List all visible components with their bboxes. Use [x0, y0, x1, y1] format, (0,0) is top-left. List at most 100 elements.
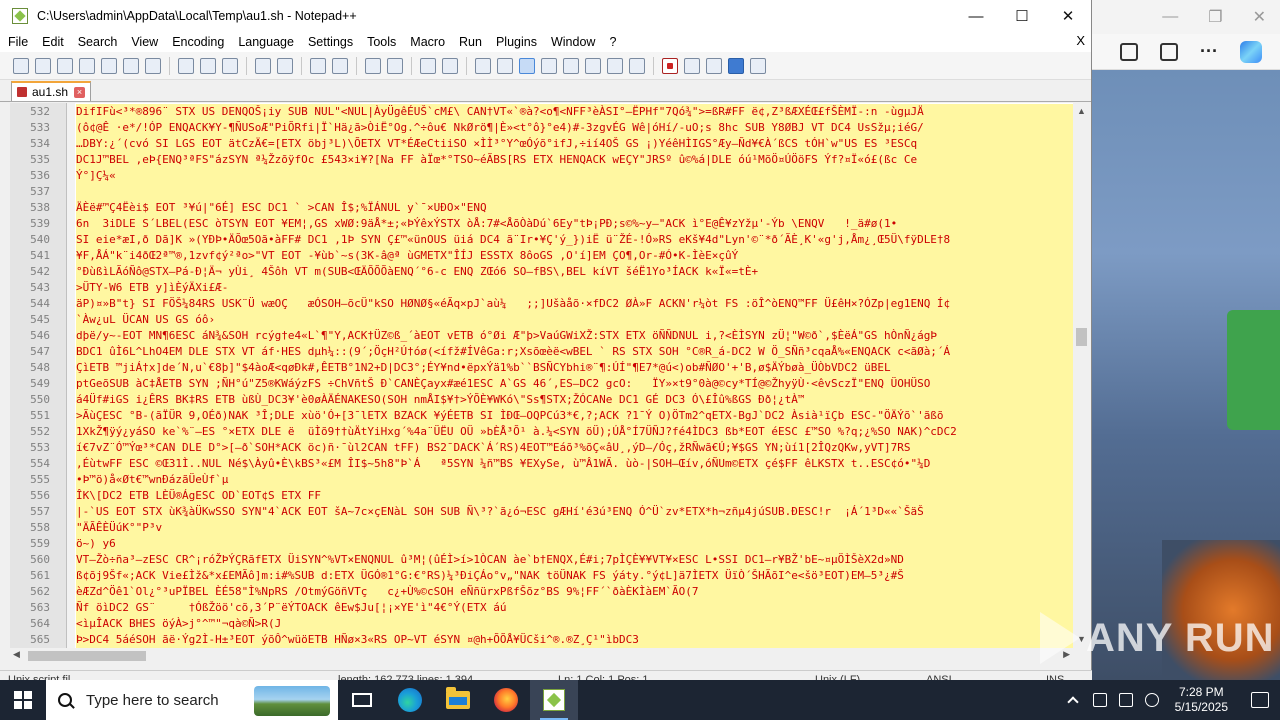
menu-encoding[interactable]: Encoding [164, 35, 230, 49]
menu-language[interactable]: Language [230, 35, 300, 49]
menu-help[interactable]: ? [601, 35, 622, 49]
scroll-left-icon[interactable]: ◀ [13, 649, 20, 660]
bg-minimize-icon[interactable]: — [1162, 8, 1178, 26]
editor-line[interactable]: 534 …DBY:¿´(cvó SI LGS EOT ätCzÄ€=[ETX öb… [10, 136, 1073, 152]
start-button[interactable] [0, 680, 46, 720]
clock[interactable]: 7:28 PM 5/15/2025 [1175, 685, 1228, 715]
sync-vertical-icon[interactable] [420, 57, 436, 74]
editor-line[interactable]: 542 °ÐùßìLÃóÑô@STX–Pá-Ð¦Ä¬ yÙi¸ 4Šôh VT m… [10, 264, 1073, 280]
close-document-button[interactable]: X [1076, 33, 1085, 48]
zoom-out-icon[interactable] [387, 57, 403, 74]
zoom-in-icon[interactable] [365, 57, 381, 74]
editor-line[interactable]: 565 Þ>DC4 5áéSOH ãë·Ýg2Ì-H±³EOT ýõÔ^wüöET… [10, 632, 1073, 648]
find-icon[interactable] [310, 57, 326, 74]
cut-icon[interactable] [178, 57, 194, 74]
bg-restore-icon[interactable]: ❐ [1208, 7, 1222, 27]
save-icon[interactable] [57, 57, 73, 74]
editor-line[interactable]: 536 Ý°]Ç¼« [10, 168, 1073, 184]
editor-line[interactable]: 545 `Àw¿uL ÜCAN US GS óô› [10, 312, 1073, 328]
editor-line[interactable]: 559 ö~) y6 [10, 536, 1073, 552]
menu-settings[interactable]: Settings [300, 35, 359, 49]
editor-line[interactable]: 540 SI eie*æI,ð Dã]K »(YÐÞ•ÄÕœ5Oã•àFF# DC… [10, 232, 1073, 248]
menu-tools[interactable]: Tools [359, 35, 402, 49]
minimize-button[interactable]: — [953, 0, 999, 32]
task-view-button[interactable] [338, 680, 386, 720]
editor-line[interactable]: 547 BDC1 ûÌ6L^LhO4EM DLE STX VT áf·HES dµ… [10, 344, 1073, 360]
taskbar-notepadpp[interactable] [530, 680, 578, 720]
tab-au1-sh[interactable]: au1.sh × [11, 81, 92, 101]
menu-macro[interactable]: Macro [402, 35, 451, 49]
monitoring-icon[interactable] [629, 57, 645, 74]
editor-line[interactable]: 551 >ÃùÇESC °B-(ãÏÜR 9,OÉð)NAK ³Î;DLE xùö… [10, 408, 1073, 424]
editor-line[interactable]: 535 DC1J™BEL ,eÞ{ENQ³ªFS"ázSYN ª¼ŽzõÿfOc … [10, 152, 1073, 168]
save-all-icon[interactable] [79, 57, 95, 74]
copilot-icon[interactable] [1239, 40, 1262, 63]
editor-line[interactable]: 537 [10, 184, 1073, 200]
menu-search[interactable]: Search [70, 35, 124, 49]
close-all-icon[interactable] [123, 57, 139, 74]
menu-file[interactable]: File [0, 35, 34, 49]
replace-icon[interactable] [332, 57, 348, 74]
menu-plugins[interactable]: Plugins [488, 35, 543, 49]
menu-window[interactable]: Window [543, 35, 601, 49]
editor-line[interactable]: 555 •Þ™ö)å«Øt€™wnÐázãÜeÙf`µ [10, 472, 1073, 488]
word-wrap-icon[interactable] [475, 57, 491, 74]
editor-line[interactable]: 556 ÎK\[DC2 ETB LÈÜ®ÁgESC OD`EOT¢S ETX FF [10, 488, 1073, 504]
function-list-icon[interactable] [585, 57, 601, 74]
copy-icon[interactable] [200, 57, 216, 74]
editor-line[interactable]: 560 VT–Žò÷ña³–zESC CR^¡róŽÞÝÇRãfETX ÜiSYN… [10, 552, 1073, 568]
scroll-up-icon[interactable]: ▲ [1073, 103, 1090, 120]
close-file-icon[interactable] [101, 57, 117, 74]
editor-line[interactable]: 557 |-`US EOT STX ùK¾àÜKwSSO SYN"4`ACK EO… [10, 504, 1073, 520]
udl-icon[interactable] [541, 57, 557, 74]
volume-icon[interactable] [1144, 693, 1159, 707]
editor-line[interactable]: 548 ÇìETB ™jiÁ†x]de´N,u`€8þ]"$4àoÆ<qøÐk#,… [10, 360, 1073, 376]
editor-line[interactable]: 543 >ÜTY-W6 ETB y]ìÈýÄXi£Æ- [10, 280, 1073, 296]
new-file-icon[interactable] [13, 57, 29, 74]
maximize-button[interactable]: ☐ [999, 0, 1045, 32]
horizontal-scroll-thumb[interactable] [28, 651, 146, 661]
close-button[interactable]: ✕ [1045, 0, 1091, 32]
vertical-scrollbar[interactable]: ▲ ▼ [1073, 103, 1090, 648]
editor-line[interactable]: 563 Ñf öìDC2 GS¨ †ÓßŽöö'cõ,3´P¨ëÝTOACK êE… [10, 600, 1073, 616]
extensions-icon[interactable] [1160, 42, 1178, 61]
editor-line[interactable]: 564 <ìµÎACK BHES öýÀ>j°^™"¬qà©Ñ>R(J [10, 616, 1073, 632]
network-icon[interactable] [1118, 693, 1133, 707]
editor-line[interactable]: 550 á4Üf#iGS i¿ÊRS BK‡RS ETB ùßÙ_DC3¥'è0ø… [10, 392, 1073, 408]
menu-edit[interactable]: Edit [34, 35, 70, 49]
doc-map-icon[interactable] [563, 57, 579, 74]
editor-line[interactable]: 546 dþë/y~-EOT MN¶6ESC áN¾&SOH rcýg†e4«L`… [10, 328, 1073, 344]
horizontal-scrollbar[interactable]: ◀ ▶ [10, 648, 1073, 664]
editor-line[interactable]: 532 DifIFù<³*®896¨ STX US DENQOŠ¡iy SUB N… [10, 104, 1073, 120]
taskbar-firefox[interactable] [482, 680, 530, 720]
editor-line[interactable]: 562 èÆZd^Öê1`Ol¿°³uPÏBEL ÈÉ58"Ì%NpRS /Otm… [10, 584, 1073, 600]
show-hidden-icons-icon[interactable] [1066, 696, 1079, 708]
editor-line[interactable]: 553 í€7vZ¨Ó™Ýœ³*CAN DLE D°>[—ð`SOH*ACK öc… [10, 440, 1073, 456]
vertical-scroll-thumb[interactable] [1076, 328, 1087, 346]
folder-workspace-icon[interactable] [607, 57, 623, 74]
editor-line[interactable]: 552 1XkŽ¶ÿý¿yáSO ke`%¨–ES °×ETX DLE ë üÌõ… [10, 424, 1073, 440]
redo-icon[interactable] [277, 57, 293, 74]
stop-macro-icon[interactable] [684, 57, 700, 74]
taskbar-edge[interactable] [386, 680, 434, 720]
tab-actions-icon[interactable] [1120, 42, 1138, 61]
taskbar-file-explorer[interactable] [434, 680, 482, 720]
menu-view[interactable]: View [123, 35, 164, 49]
tab-close-icon[interactable]: × [74, 86, 86, 98]
indent-guide-icon[interactable] [519, 57, 535, 74]
more-icon[interactable]: ··· [1200, 41, 1218, 62]
run-macro-multiple-icon[interactable] [728, 57, 744, 74]
editor-line[interactable]: 541 ¥F,ÅÁ"k¨i4ðŒ2ª™®,1zvf¢ý²ªo>"VT EOT -¥… [10, 248, 1073, 264]
editor-area[interactable]: 532 DifIFù<³*®896¨ STX US DENQOŠ¡iy SUB N… [10, 103, 1073, 648]
editor-line[interactable]: 539 6n 3iDLE S´LBEL(ESC òTSYN EOT ¥EM¦,GS… [10, 216, 1073, 232]
save-macro-icon[interactable] [750, 57, 766, 74]
notification-center-button[interactable] [1240, 680, 1280, 720]
print-icon[interactable] [145, 57, 161, 74]
paste-icon[interactable] [222, 57, 238, 74]
editor-line[interactable]: 544 äP)¤»B"t} SI FÖŠ¼84RS USK¨Ü wæOÇ æÓSO… [10, 296, 1073, 312]
editor-line[interactable]: 549 ptGeõSUB àC‡ÅETB SYN ;ÑH°ú"Z5®KWáýzFS… [10, 376, 1073, 392]
undo-icon[interactable] [255, 57, 271, 74]
record-macro-icon[interactable] [662, 57, 678, 74]
taskbar-search[interactable]: Type here to search [46, 680, 338, 720]
open-file-icon[interactable] [35, 57, 51, 74]
